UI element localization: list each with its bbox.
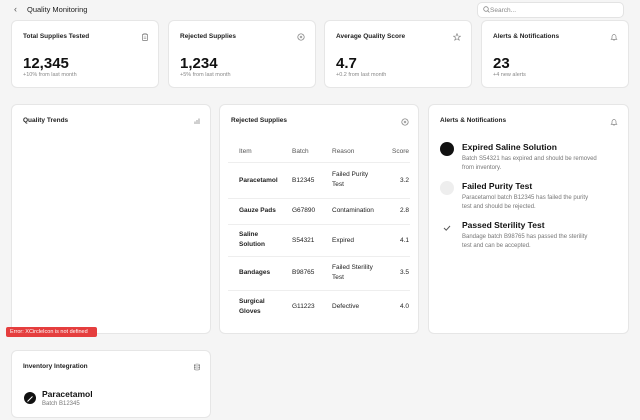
cell-score: 3.5 — [400, 269, 410, 276]
warning-status-icon — [440, 181, 454, 195]
row-divider — [228, 198, 410, 199]
row-divider — [228, 290, 410, 291]
row-divider — [228, 256, 410, 257]
cell-item: Saline — [239, 231, 259, 238]
card-title: Inventory Integration — [23, 363, 88, 370]
column-header-item: Item — [239, 148, 252, 155]
card-title: Alerts & Notifications — [440, 117, 507, 124]
alert-title: Failed Purity Test — [462, 181, 533, 191]
star-icon — [453, 33, 461, 41]
stat-subtext: +0.2 from last month — [336, 72, 387, 78]
bar-chart-icon — [194, 118, 200, 124]
alert-title: Passed Sterility Test — [462, 220, 545, 230]
stat-card-total: Total Supplies Tested 12,345 +10% from l… — [11, 20, 159, 88]
cell-batch: G11223 — [292, 303, 315, 310]
cell-score: 4.1 — [400, 237, 410, 244]
quality-trends-card: Quality Trends — [11, 104, 211, 334]
cell-item: Gloves — [239, 308, 261, 315]
stat-title: Alerts & Notifications — [493, 33, 560, 40]
back-chevron-icon[interactable]: ‹ — [14, 4, 17, 14]
row-divider — [228, 162, 410, 163]
stat-value: 12,345 — [23, 55, 69, 72]
stat-value: 4.7 — [336, 55, 357, 72]
search-input[interactable]: Search... — [490, 7, 516, 14]
alert-title: Expired Saline Solution — [462, 142, 557, 152]
alerts-card: Alerts & Notifications — [428, 104, 629, 334]
error-toast: Error: XCircleIcon is not defined — [6, 327, 97, 337]
stat-value: 23 — [493, 55, 510, 72]
column-header-score: Score — [392, 148, 409, 155]
cell-reason: Test — [332, 181, 344, 188]
page-title: Quality Monitoring — [27, 5, 88, 14]
cell-batch: S54321 — [292, 237, 315, 244]
cell-item: Surgical — [239, 298, 265, 305]
inventory-item-name: Paracetamol — [42, 389, 93, 399]
row-divider — [228, 224, 410, 225]
check-icon — [443, 225, 451, 231]
bell-icon — [610, 34, 618, 41]
inventory-integration-card: Inventory Integration Paracetamol Batch … — [11, 350, 211, 418]
clipboard-icon — [142, 33, 148, 41]
alert-description: from inventory. — [462, 165, 502, 171]
cell-item: Gauze Pads — [239, 207, 276, 214]
x-circle-icon — [297, 33, 305, 41]
card-title: Quality Trends — [23, 117, 69, 124]
stat-card-rejected: Rejected Supplies 1,234 +5% from last mo… — [168, 20, 316, 88]
cell-reason: Defective — [332, 303, 360, 310]
alert-description: test and can be accepted. — [462, 243, 531, 249]
search-box[interactable]: Search... — [477, 2, 624, 18]
stat-subtext: +10% from last month — [23, 72, 77, 78]
cell-batch: B12345 — [292, 177, 315, 184]
error-status-icon — [440, 142, 454, 156]
card-title: Rejected Supplies — [231, 117, 287, 124]
cell-reason: Contamination — [332, 207, 374, 214]
cell-score: 3.2 — [400, 177, 410, 184]
alert-description: test and should be rejected. — [462, 204, 536, 210]
cell-item: Solution — [239, 241, 265, 248]
inventory-item-batch: Batch B12345 — [42, 401, 80, 407]
stat-subtext: +5% from last month — [180, 72, 231, 78]
stat-title: Total Supplies Tested — [23, 33, 90, 40]
bell-icon — [610, 119, 618, 126]
cell-reason: Failed Sterility — [332, 264, 373, 271]
cell-batch: G67890 — [292, 207, 316, 214]
stat-value: 1,234 — [180, 55, 218, 72]
database-icon — [194, 363, 200, 371]
cell-reason: Test — [332, 274, 344, 281]
column-header-reason: Reason — [332, 148, 355, 155]
cell-score: 2.8 — [400, 207, 410, 214]
pill-icon — [24, 392, 36, 404]
cell-item: Paracetamol — [239, 177, 278, 184]
cell-reason: Expired — [332, 237, 355, 244]
cell-item: Bandages — [239, 269, 271, 276]
column-header-batch: Batch — [292, 148, 309, 155]
stat-title: Average Quality Score — [336, 33, 406, 40]
stat-subtext: +4 new alerts — [493, 72, 526, 78]
cell-reason: Failed Purity — [332, 171, 369, 178]
cell-batch: B98765 — [292, 269, 315, 276]
top-bar: ‹ Quality Monitoring Search... — [0, 0, 640, 20]
stat-title: Rejected Supplies — [180, 33, 236, 40]
stat-card-quality: Average Quality Score 4.7 +0.2 from last… — [324, 20, 472, 88]
x-circle-icon — [401, 118, 409, 126]
cell-score: 4.0 — [400, 303, 410, 310]
stat-card-alerts: Alerts & Notifications 23 +4 new alerts — [481, 20, 629, 88]
